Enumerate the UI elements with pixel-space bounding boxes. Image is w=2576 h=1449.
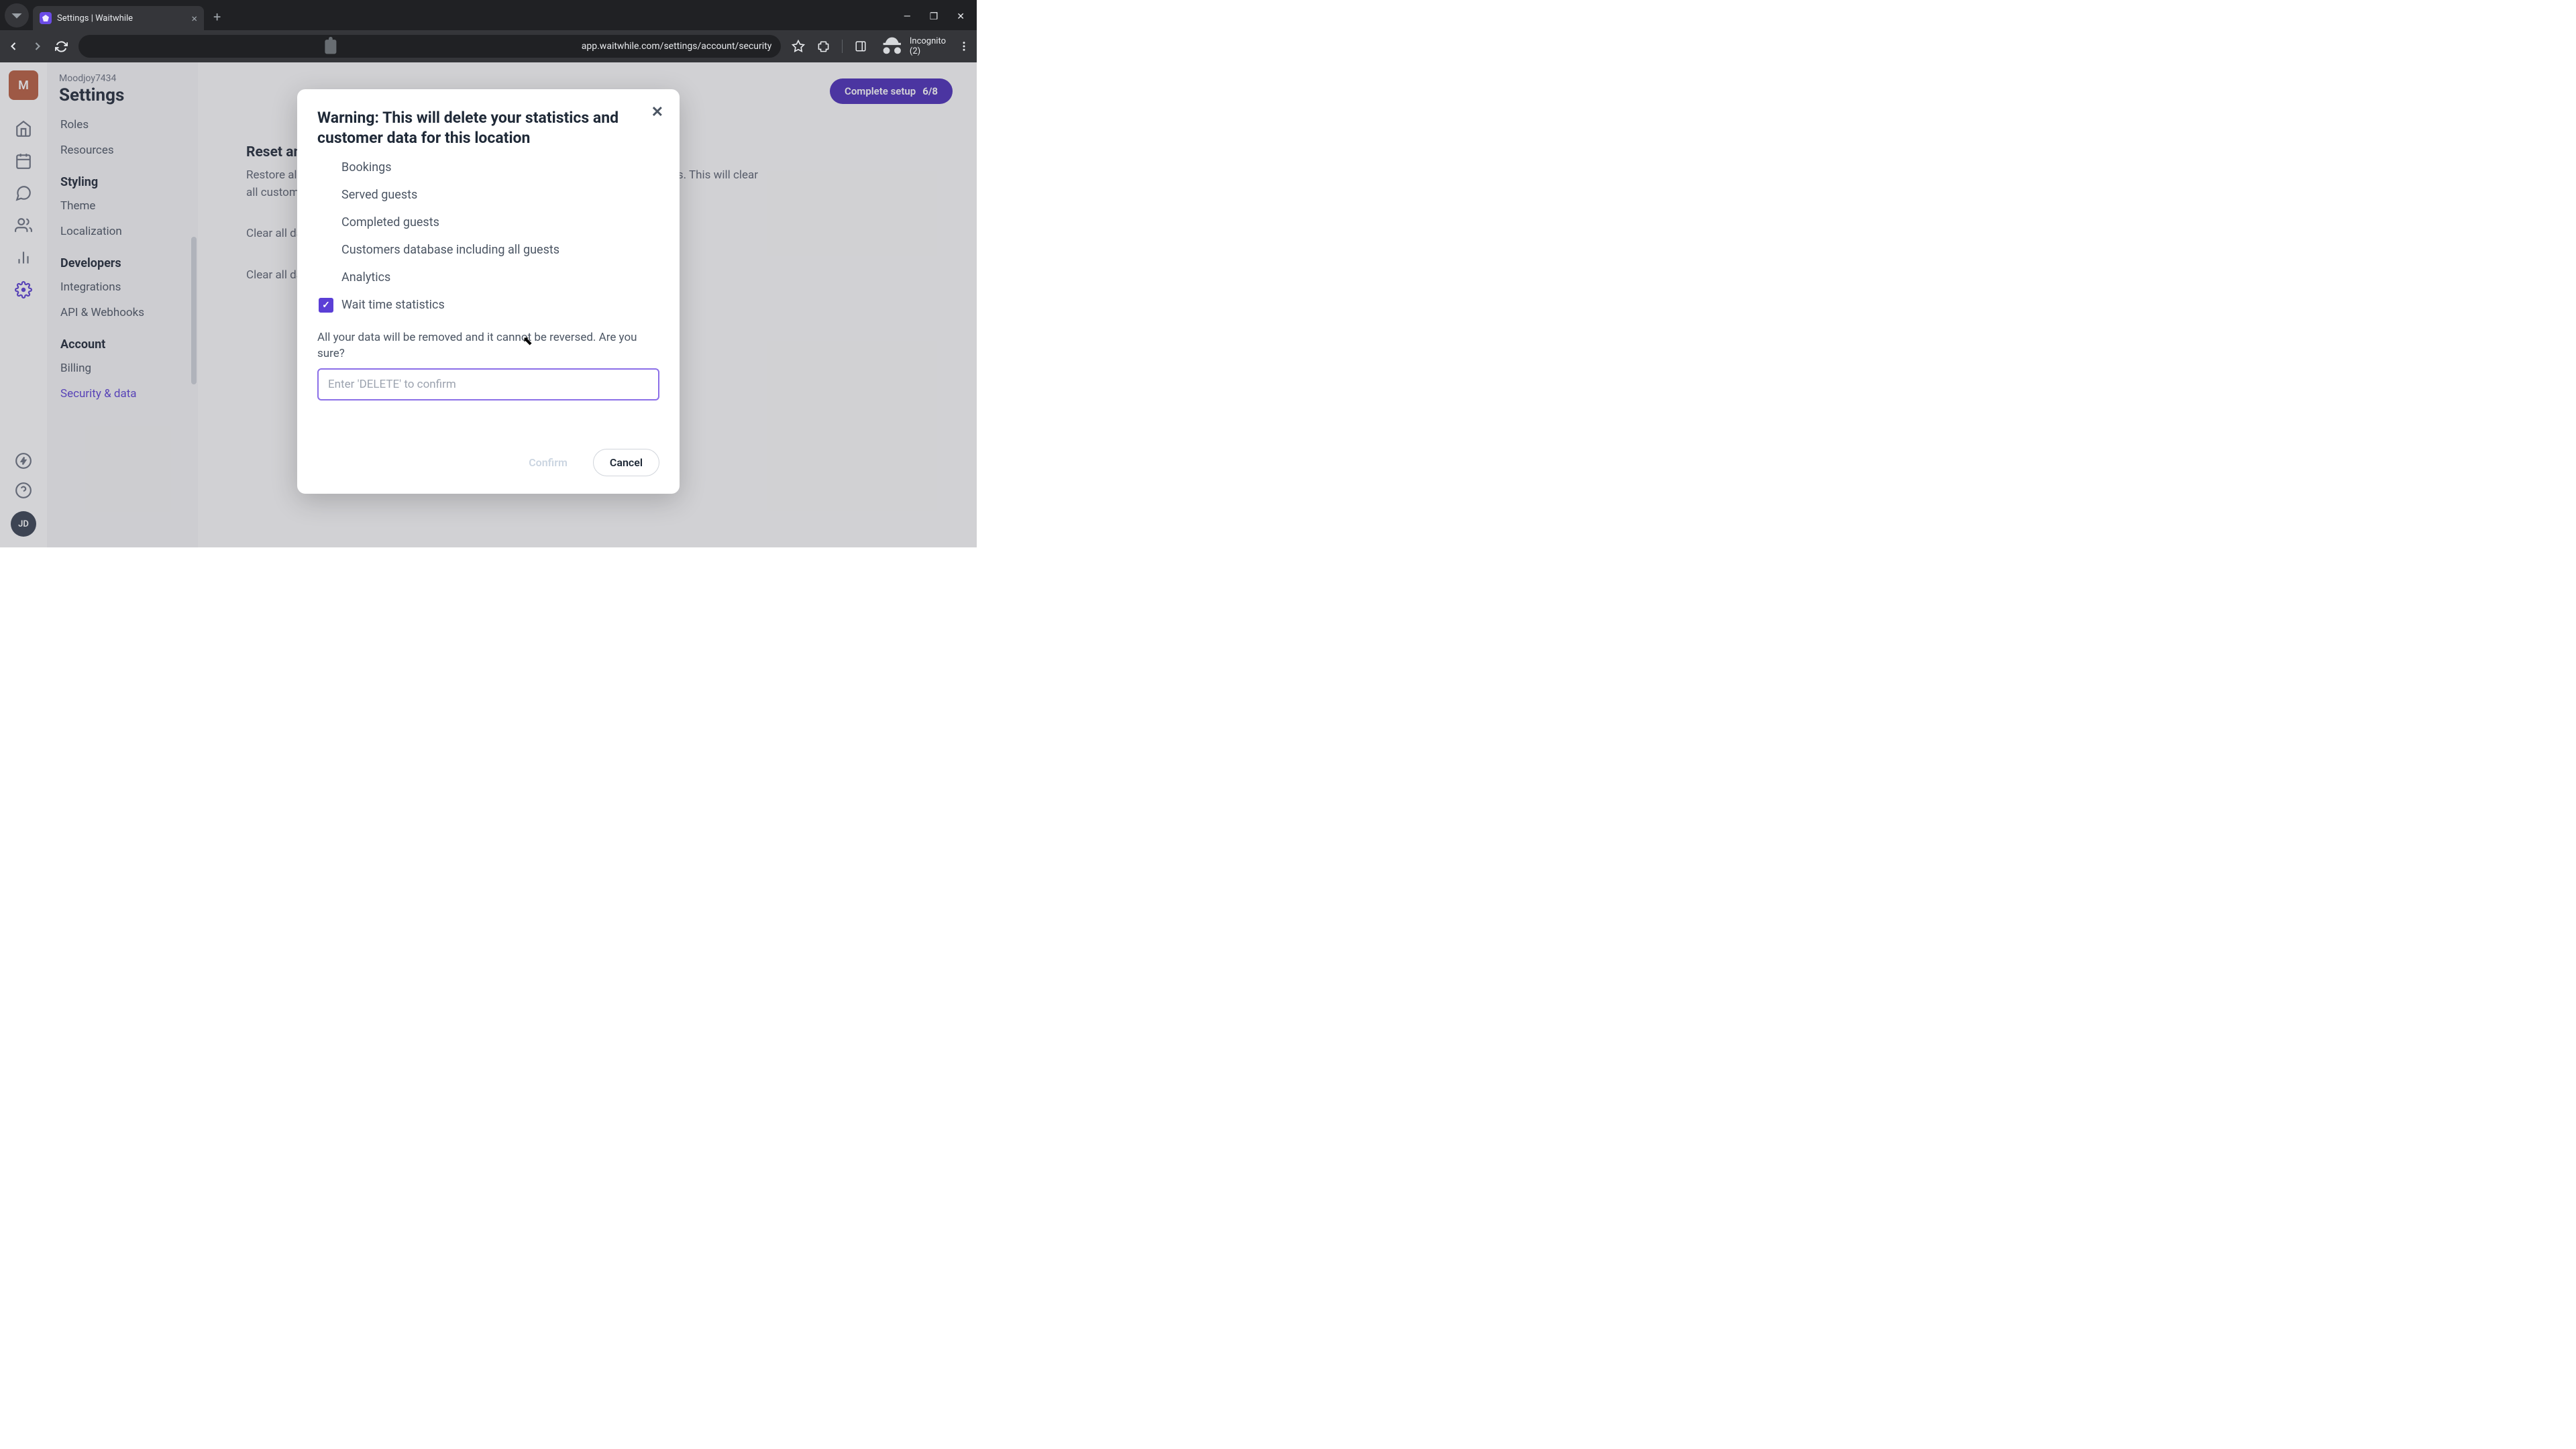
minimize-button[interactable]: ― [904,11,911,22]
checkbox-wait-time[interactable]: ✓ [319,298,333,313]
close-window-button[interactable]: ✕ [957,11,965,22]
confirm-button[interactable]: Confirm [513,449,584,476]
checkbox-row-bookings[interactable]: Bookings [319,160,659,175]
extensions-icon[interactable] [817,40,830,53]
browser-tab[interactable]: Settings | Waitwhile × [33,6,204,30]
incognito-badge[interactable]: Incognito (2) [879,33,946,60]
modal-checklist: Bookings Served guests Completed guests … [317,160,659,313]
menu-button[interactable] [958,40,970,52]
incognito-icon [879,33,906,60]
modal-warning-text: All your data will be removed and it can… [317,330,659,362]
window-controls: ― ❐ ✕ [904,11,977,30]
checkbox-row-analytics[interactable]: Analytics [319,270,659,285]
checkbox-row-completed-guests[interactable]: Completed guests [319,215,659,230]
address-bar[interactable]: app.waitwhile.com/settings/account/secur… [78,35,781,58]
checkbox-row-served-guests[interactable]: Served guests [319,188,659,203]
checkbox-row-wait-time[interactable]: ✓Wait time statistics [319,298,659,313]
delete-confirm-input[interactable] [317,368,659,400]
maximize-button[interactable]: ❐ [930,11,938,22]
browser-toolbar: app.waitwhile.com/settings/account/secur… [0,30,977,62]
checkmark-icon: ✓ [322,300,330,311]
tab-search-button[interactable] [5,3,29,28]
tab-close-icon[interactable]: × [191,12,197,25]
site-settings-icon [88,35,574,58]
bookmark-icon[interactable] [792,40,805,53]
toolbar-divider [842,40,843,53]
app-container: M JD Moodjoy7434 Settings Roles Resource… [0,62,977,547]
delete-data-modal: ✕ Warning: This will delete your statist… [297,89,680,494]
modal-overlay[interactable]: ✕ Warning: This will delete your statist… [0,62,977,547]
new-tab-button[interactable]: + [213,9,221,25]
reload-button[interactable] [55,40,68,53]
close-icon[interactable]: ✕ [651,104,663,121]
url-text: app.waitwhile.com/settings/account/secur… [582,41,772,52]
cancel-button[interactable]: Cancel [593,449,659,476]
side-panel-icon[interactable] [855,40,867,52]
browser-tab-strip: Settings | Waitwhile × + ― ❐ ✕ [0,0,977,30]
forward-button[interactable] [31,40,44,53]
tab-favicon [40,12,52,24]
tab-title: Settings | Waitwhile [57,13,186,23]
back-button[interactable] [7,40,20,53]
modal-title: Warning: This will delete your statistic… [317,108,626,148]
checkbox-row-customers-db[interactable]: Customers database including all guests [319,243,659,258]
